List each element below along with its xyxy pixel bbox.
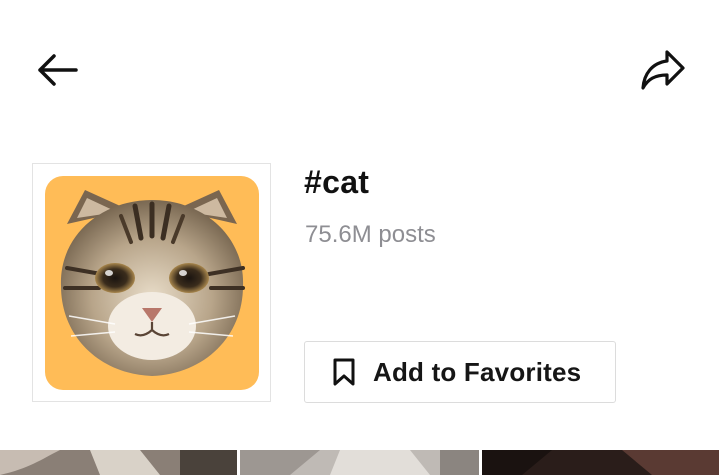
video-thumbnail-3[interactable] [482,450,719,475]
share-button[interactable] [633,40,693,100]
thumbnail-background [45,176,259,390]
video-thumbnail-2[interactable] [240,450,479,475]
top-navigation-bar [0,0,719,130]
bookmark-icon [331,357,357,387]
arrow-left-icon [38,54,78,86]
add-to-favorites-label: Add to Favorites [373,356,582,387]
hashtag-thumbnail [32,163,271,402]
video-grid [0,450,719,475]
cat-face-image [60,190,245,376]
share-arrow-icon [641,50,685,90]
hashtag-title: #cat [304,164,370,200]
add-to-favorites-button[interactable]: Add to Favorites [304,341,616,403]
video-thumbnail-1[interactable] [0,450,237,475]
back-button[interactable] [26,40,86,100]
posts-count: 75.6M posts [305,221,436,248]
